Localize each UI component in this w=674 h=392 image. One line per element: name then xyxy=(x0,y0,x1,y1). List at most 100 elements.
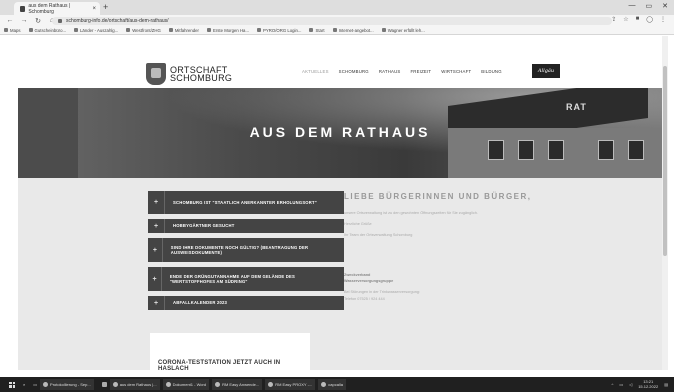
taskbar-app[interactable]: RM Easy Anwende... xyxy=(212,379,263,390)
screen: aus dem Rathaus | Schomburg × + — ▭ ✕ ← … xyxy=(0,0,674,392)
tab-close-icon[interactable]: × xyxy=(92,6,96,12)
nav-item-rathaus[interactable]: RATHAUS xyxy=(379,69,401,74)
hero-banner: RAT AUS DEM RATHAUS xyxy=(18,88,662,178)
menu-kebab-icon[interactable]: ⋮ xyxy=(660,16,666,23)
site-header: ORTSCHAFT SCHOMBURG AKTUELLES SCHOMBURG … xyxy=(0,36,662,88)
greeting-text: unsere Ortsverwaltung ist zu den gewohnt… xyxy=(344,211,478,215)
close-window-button[interactable]: ✕ xyxy=(662,2,668,10)
forward-arrow-icon[interactable]: → xyxy=(20,17,28,24)
bookmark-item[interactable]: Wagner erfüllt leh... xyxy=(381,28,425,33)
bookmark-icon xyxy=(257,28,262,32)
maximize-button[interactable]: ▭ xyxy=(646,2,653,10)
profile-icon[interactable]: ◯ xyxy=(646,16,653,23)
news-card-title: CORONA-TESTSTATION JETZT AUCH IN HASLACH xyxy=(158,360,281,372)
volume-icon[interactable]: ◁ xyxy=(629,382,632,387)
plus-icon: + xyxy=(152,275,157,283)
nav-item-wirtschaft[interactable]: WIRTSCHAFT xyxy=(441,69,471,74)
file-explorer-icon[interactable] xyxy=(101,382,107,387)
word-icon xyxy=(165,382,171,387)
bookmark-icon xyxy=(206,28,211,32)
nav-item-schomburg[interactable]: SCHOMBURG xyxy=(339,69,369,74)
bookmark-icon xyxy=(168,28,173,32)
new-tab-button[interactable]: + xyxy=(103,3,108,12)
bookmark-icon xyxy=(74,28,79,32)
clock[interactable]: 13:21 15.12.2022 xyxy=(638,379,658,389)
bookmark-item[interactable]: PYRO/ORG Login... xyxy=(257,28,301,33)
bookmark-item[interactable]: Maps xyxy=(4,28,21,33)
contact-text: Bei Störungen in der Trinkwasserversorgu… xyxy=(344,290,420,294)
bookmark-item[interactable]: Länder - Auszahlg... xyxy=(74,28,118,33)
logo-line-2: SCHOMBURG xyxy=(170,73,233,83)
taskbar-app[interactable]: aus dem Rathaus |... xyxy=(109,379,160,390)
reload-icon[interactable]: ↻ xyxy=(34,17,42,25)
page-title: AUS DEM RATHAUS xyxy=(249,124,431,140)
bookmark-icon xyxy=(309,28,314,32)
notification-icon[interactable]: ▤ xyxy=(664,382,668,387)
browser-toolbar: ← → ↻ ⌂ schomburg-info.de/ortschaft/aus-… xyxy=(0,15,674,26)
bookmark-star-icon[interactable]: ☆ xyxy=(623,16,628,23)
extensions-icon[interactable]: ■ xyxy=(636,16,640,23)
contact-heading: Zweckverband xyxy=(344,273,371,277)
bookmark-icon xyxy=(4,28,8,32)
bookmarks-bar: Maps Gutscheinbüro... Länder - Auszahlg.… xyxy=(0,26,674,35)
contact-text: Telefon 07525 / 924 444 xyxy=(344,297,385,301)
nav-item-freizeit[interactable]: FREIZEIT xyxy=(410,69,431,74)
coat-of-arms-icon xyxy=(146,63,166,85)
accordion-item-label: SCHOMBURG IST "STAATLICH ANERKANNTER ERH… xyxy=(173,199,317,205)
tab-title: aus dem Rathaus | Schomburg xyxy=(28,2,71,15)
nav-item-bildung[interactable]: BILDUNG xyxy=(481,69,502,74)
accordion-item-label: ENDE DER GRÜNGUTANNAHME AUF DEM GELÄNDE … xyxy=(169,273,295,285)
toolbar-actions: ⇪ ☆ ■ ◯ ⋮ xyxy=(611,16,666,23)
accordion-item[interactable]: + SIND IHRE DOKUMENTE NOCH GÜLTIG? (BEAN… xyxy=(148,238,344,262)
bookmark-item[interactable]: Mitfahrender xyxy=(168,28,199,33)
plus-icon: + xyxy=(153,299,159,307)
bookmark-icon xyxy=(126,28,131,32)
share-icon[interactable]: ⇪ xyxy=(611,16,616,23)
app-icon xyxy=(215,382,221,387)
plus-icon: + xyxy=(153,222,159,230)
address-bar[interactable]: schomburg-info.de/ortschaft/aus-dem-rath… xyxy=(52,17,612,25)
accordion-item[interactable]: + ABFALLKALENDER 2023 xyxy=(148,296,344,310)
greeting-title: LIEBE BÜRGERINNEN UND BÜRGER, xyxy=(344,192,532,201)
nav-item-aktuelles[interactable]: AKTUELLES xyxy=(302,69,329,74)
plus-icon: + xyxy=(153,199,159,206)
minimize-button[interactable]: — xyxy=(629,2,636,10)
windows-start-icon[interactable] xyxy=(9,381,15,388)
page-scrollbar[interactable] xyxy=(662,36,668,370)
taskbar-app[interactable]: RM Easy PROXY -... xyxy=(265,379,316,390)
clock-date: 15.12.2022 xyxy=(638,384,659,389)
taskbar-app[interactable]: Protokollierung - Sep... xyxy=(40,379,94,390)
accordion-item[interactable]: + SCHOMBURG IST "STAATLICH ANERKANNTER E… xyxy=(148,191,344,214)
scrollbar-thumb[interactable] xyxy=(663,66,667,256)
bookmark-icon xyxy=(28,28,33,32)
content-area: + SCHOMBURG IST "STAATLICH ANERKANNTER E… xyxy=(18,178,662,373)
windows-taskbar: ⌕ ▭ Protokollierung - Sep... aus dem Rat… xyxy=(0,377,674,392)
tray-chevron-icon[interactable]: ^ xyxy=(611,382,613,387)
allgaeu-logo[interactable]: Allgäu xyxy=(532,64,560,78)
taskbar-app[interactable]: Dokument1 - Word xyxy=(162,379,210,390)
browser-tab[interactable]: aus dem Rathaus | Schomburg × xyxy=(14,2,100,15)
bookmark-item[interactable]: Internet-angebot... xyxy=(332,28,374,33)
site-favicon-icon xyxy=(20,5,26,12)
task-view-icon[interactable]: ▭ xyxy=(33,382,37,387)
search-icon[interactable]: ⌕ xyxy=(23,382,25,387)
greeting-text: Herzliche Grüße xyxy=(344,222,372,226)
site-logo[interactable]: ORTSCHAFT SCHOMBURG xyxy=(146,63,232,85)
bookmark-item[interactable]: Westfront/ZHG xyxy=(126,28,161,33)
network-icon[interactable]: ▭ xyxy=(619,382,623,387)
greeting-text: Ihr Team der Ortsverwaltung Schomburg xyxy=(344,233,413,237)
back-arrow-icon[interactable]: ← xyxy=(6,17,14,24)
accordion-item[interactable]: + ENDE DER GRÜNGUTANNAHME AUF DEM GELÄND… xyxy=(148,267,344,291)
news-accordion: + SCHOMBURG IST "STAATLICH ANERKANNTER E… xyxy=(148,191,344,315)
bookmark-item[interactable]: Erste Morgen Ha... xyxy=(206,28,249,33)
bookmark-item[interactable]: Gutscheinbüro... xyxy=(28,28,66,33)
bookmark-icon xyxy=(332,28,337,32)
accordion-item-label: SIND IHRE DOKUMENTE NOCH GÜLTIG? (BEANTR… xyxy=(170,244,309,256)
taskbar-app[interactable]: capcalla xyxy=(318,379,346,390)
app-icon xyxy=(268,382,274,387)
app-icon xyxy=(321,382,327,387)
accordion-item[interactable]: + HOBBYGÄRTNER GESUCHT xyxy=(148,219,344,233)
bookmark-item[interactable]: Start xyxy=(309,28,325,33)
lock-icon xyxy=(58,19,62,23)
news-card[interactable]: CORONA-TESTSTATION JETZT AUCH IN HASLACH xyxy=(150,333,310,373)
